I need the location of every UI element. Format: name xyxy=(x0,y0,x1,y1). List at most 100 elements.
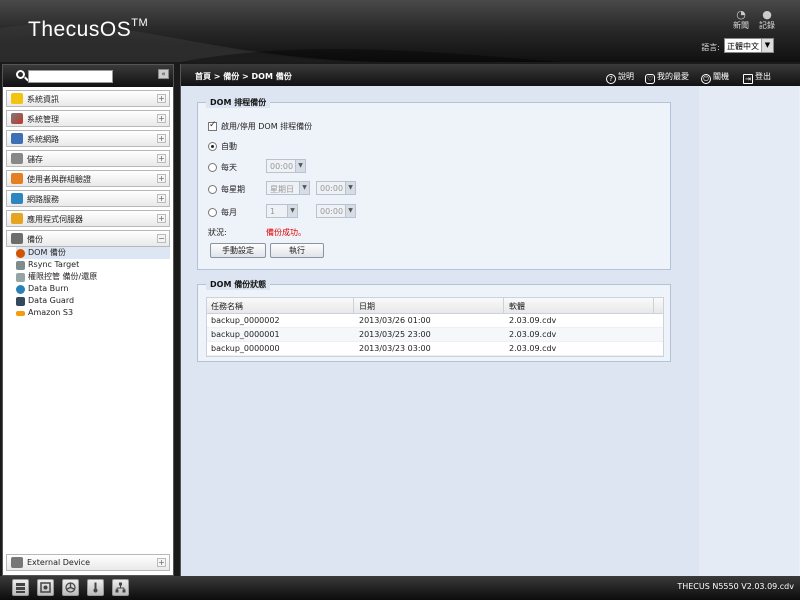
sidebar-item-system-info[interactable]: 系統資訊 + xyxy=(6,90,170,107)
manual-setting-button[interactable]: 手動設定 xyxy=(210,243,266,258)
search-input[interactable] xyxy=(28,70,113,83)
auto-row: 自動 xyxy=(208,141,237,152)
sidebar-subitem-data-burn[interactable]: Data Burn xyxy=(16,283,170,295)
column-header-software[interactable]: 軟體 xyxy=(509,301,525,312)
enable-checkbox[interactable] xyxy=(208,120,217,131)
status-value: 備份成功。 xyxy=(266,228,306,237)
language-select[interactable]: 正體中文 ▼ xyxy=(724,38,774,53)
fan-status-button[interactable] xyxy=(62,579,79,596)
network-services-icon xyxy=(11,193,23,204)
logout-button[interactable]: ⇥ 登出 xyxy=(743,71,771,84)
sidebar-search-bar: « xyxy=(3,65,173,87)
auto-radio[interactable] xyxy=(208,142,217,151)
weekly-radio[interactable] xyxy=(208,185,217,194)
expand-icon[interactable]: + xyxy=(157,94,166,103)
expand-icon[interactable]: + xyxy=(157,214,166,223)
chevron-down-icon: ▼ xyxy=(345,182,355,194)
column-divider xyxy=(503,298,504,314)
sidebar-item-app-server[interactable]: 應用程式伺服器 + xyxy=(6,210,170,227)
run-button[interactable]: 執行 xyxy=(270,243,324,258)
main-topbar: 首頁 > 備份 > DOM 備份 ? 說明 ♡ 我的最愛 ⏻ 關機 ⇥ 登出 xyxy=(181,64,800,86)
monthly-time-value: 00:00 xyxy=(320,207,344,216)
external-device-icon xyxy=(11,557,23,568)
breadcrumb[interactable]: 首頁 > 備份 > DOM 備份 xyxy=(195,71,292,82)
collapse-all-button[interactable]: « xyxy=(158,69,169,79)
system-status-button[interactable] xyxy=(12,579,29,596)
language-label: 語言: xyxy=(701,43,720,52)
backup-icon xyxy=(11,233,23,244)
chevron-down-icon[interactable]: ▼ xyxy=(761,39,773,52)
cell-software: 2.03.09.cdv xyxy=(509,344,557,353)
network-tree-icon xyxy=(115,582,126,593)
sidebar-subitem-amazon-s3[interactable]: Amazon S3 xyxy=(16,307,170,319)
weekly-time-select[interactable]: 00:00 ▼ xyxy=(316,181,356,195)
sidebar-item-users-groups[interactable]: 使用者與群組驗證 + xyxy=(6,170,170,187)
cell-software: 2.03.09.cdv xyxy=(509,330,557,339)
shutdown-label: 關機 xyxy=(713,72,729,81)
server-icon xyxy=(16,583,25,593)
help-label: 說明 xyxy=(618,72,634,81)
sidebar-item-external-device[interactable]: External Device + xyxy=(6,554,170,571)
sidebar-item-system-management[interactable]: 系統管理 + xyxy=(6,110,170,127)
sidebar-subitem-rsync-target[interactable]: Rsync Target xyxy=(16,259,170,271)
column-divider xyxy=(653,298,654,314)
daily-time-select[interactable]: 00:00 ▼ xyxy=(266,159,306,173)
sidebar-item-label: 備份 xyxy=(27,235,43,244)
column-header-date[interactable]: 日期 xyxy=(359,301,375,312)
table-row[interactable]: backup_0000001 2013/03/25 23:00 2.03.09.… xyxy=(207,328,663,342)
external-device-section: External Device + xyxy=(6,554,170,571)
table-row[interactable]: backup_0000000 2013/03/23 03:00 2.03.09.… xyxy=(207,342,663,356)
help-icon: ? xyxy=(606,74,616,84)
favorites-label: 我的最愛 xyxy=(657,72,689,81)
expand-icon[interactable]: + xyxy=(157,154,166,163)
main-panel: 首頁 > 備份 > DOM 備份 ? 說明 ♡ 我的最愛 ⏻ 關機 ⇥ 登出 DOM 排… xyxy=(180,64,800,576)
right-pane xyxy=(699,86,799,576)
chevron-down-icon: ▼ xyxy=(299,182,309,194)
monthly-day-select[interactable]: 1 ▼ xyxy=(266,204,298,218)
collapse-icon[interactable]: − xyxy=(157,234,166,243)
expand-icon[interactable]: + xyxy=(157,194,166,203)
temperature-status-button[interactable] xyxy=(87,579,104,596)
daily-radio[interactable] xyxy=(208,163,217,172)
expand-icon[interactable]: + xyxy=(157,114,166,123)
chevron-down-icon: ▼ xyxy=(345,205,355,217)
network-status-button[interactable] xyxy=(112,579,129,596)
sidebar-item-label: 系統網路 xyxy=(27,135,59,144)
subitem-label: 權限控管 備份/還原 xyxy=(28,272,98,281)
footer-bar: THECUS N5550 V2.03.09.cdv xyxy=(0,576,800,600)
favorites-button[interactable]: ♡ 我的最愛 xyxy=(645,71,689,84)
disk-status-button[interactable] xyxy=(37,579,54,596)
expand-icon[interactable]: + xyxy=(157,134,166,143)
logout-label: 登出 xyxy=(755,72,771,81)
auto-label: 自動 xyxy=(221,142,237,151)
sidebar-subitem-acl-backup[interactable]: 權限控管 備份/還原 xyxy=(16,271,170,283)
column-header-task-name[interactable]: 任務名稱 xyxy=(211,301,243,312)
weekly-day-select[interactable]: 星期日 ▼ xyxy=(266,181,310,195)
sidebar-item-storage[interactable]: 儲存 + xyxy=(6,150,170,167)
daily-row: 每天 xyxy=(208,162,237,173)
sidebar-item-network-services[interactable]: 網路服務 + xyxy=(6,190,170,207)
sidebar-subitem-dom-backup[interactable]: DOM 備份 xyxy=(16,247,170,259)
log-button[interactable]: ● 記錄 xyxy=(756,9,778,31)
table-row[interactable]: backup_0000002 2013/03/26 01:00 2.03.09.… xyxy=(207,314,663,328)
sidebar-item-label: External Device xyxy=(27,558,91,567)
expand-icon[interactable]: + xyxy=(157,558,166,567)
cell-date: 2013/03/25 23:00 xyxy=(359,330,431,339)
expand-icon[interactable]: + xyxy=(157,174,166,183)
cell-software: 2.03.09.cdv xyxy=(509,316,557,325)
cell-date: 2013/03/23 03:00 xyxy=(359,344,431,353)
monthly-label: 每月 xyxy=(221,208,237,217)
search-icon xyxy=(16,70,25,79)
monthly-time-select[interactable]: 00:00 ▼ xyxy=(316,204,356,218)
news-button[interactable]: ◔ 新聞 xyxy=(730,9,752,31)
help-button[interactable]: ? 說明 xyxy=(606,71,634,84)
shutdown-button[interactable]: ⏻ 關機 xyxy=(701,71,729,84)
app-server-icon xyxy=(11,213,23,224)
monthly-radio[interactable] xyxy=(208,208,217,217)
subitem-label: Amazon S3 xyxy=(28,308,74,317)
sidebar-item-system-network[interactable]: 系統網路 + xyxy=(6,130,170,147)
weekly-day-value: 星期日 xyxy=(270,185,294,194)
info-icon xyxy=(11,93,23,104)
sidebar-item-backup[interactable]: 備份 − xyxy=(6,230,170,247)
sidebar-subitem-data-guard[interactable]: Data Guard xyxy=(16,295,170,307)
